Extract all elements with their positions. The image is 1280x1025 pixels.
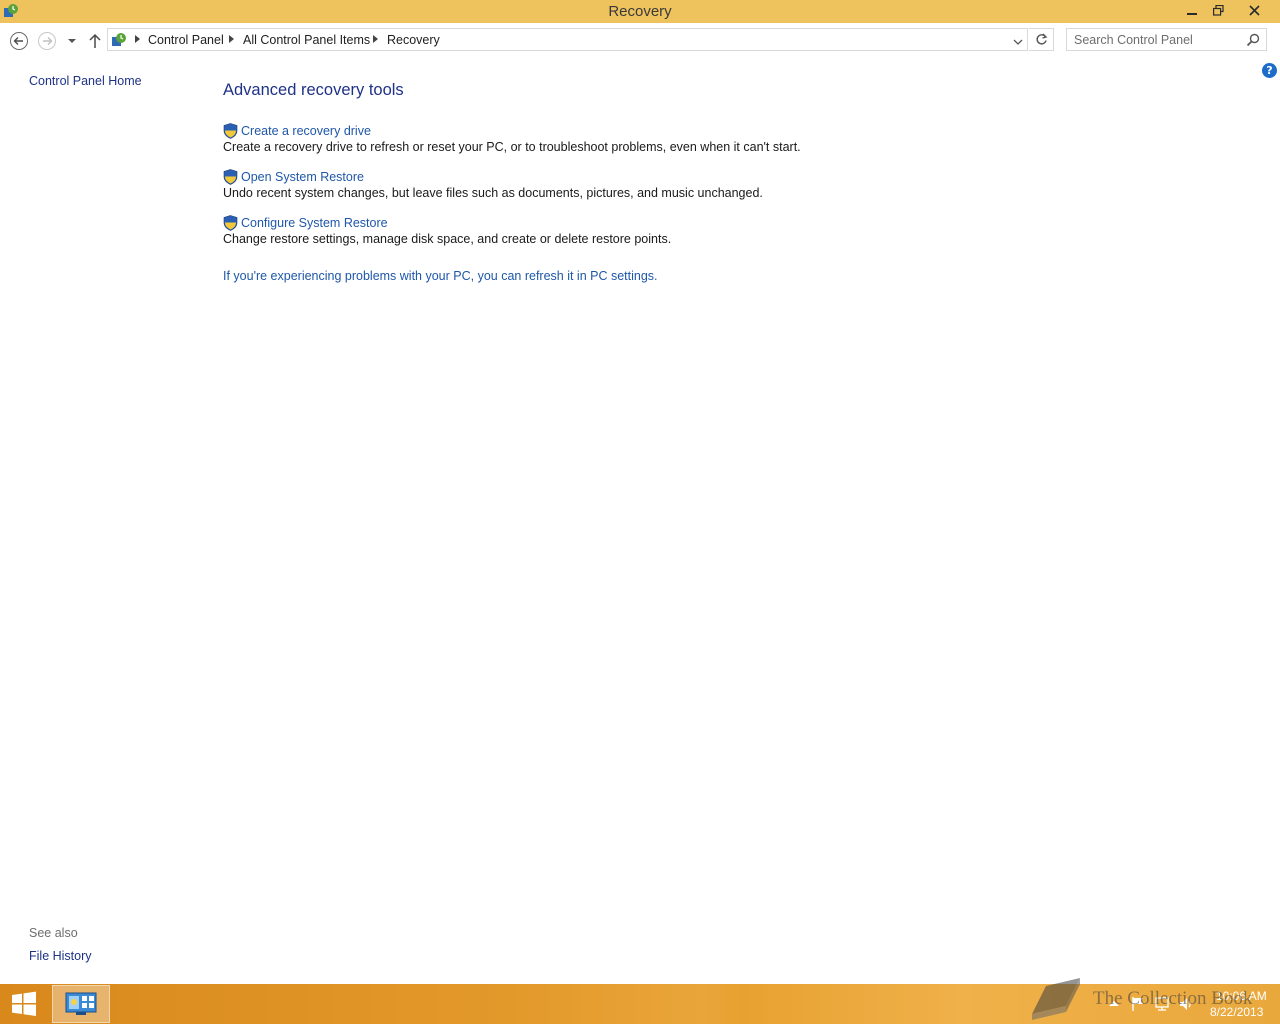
up-button[interactable] <box>85 31 105 51</box>
configure-system-restore-link[interactable]: Configure System Restore <box>241 216 388 230</box>
chevron-down-icon <box>1013 39 1023 45</box>
start-button[interactable] <box>8 990 40 1018</box>
refresh-button[interactable] <box>1029 28 1054 51</box>
close-icon <box>1249 5 1260 16</box>
control-panel-icon <box>112 33 126 46</box>
task-description: Change restore settings, manage disk spa… <box>223 232 672 246</box>
navigation-bar: Control Panel All Control Panel Items Re… <box>0 23 1280 59</box>
breadcrumb-chevron-icon[interactable] <box>133 34 141 44</box>
open-system-restore-link[interactable]: Open System Restore <box>241 170 364 184</box>
address-dropdown-button[interactable] <box>1013 35 1023 49</box>
uac-shield-icon <box>223 169 238 185</box>
up-arrow-icon <box>89 33 101 48</box>
address-bar[interactable]: Control Panel All Control Panel Items Re… <box>107 28 1028 51</box>
refresh-icon <box>1035 33 1047 45</box>
search-input[interactable] <box>1067 29 1242 50</box>
minimize-button[interactable] <box>1179 0 1205 21</box>
control-panel-home-link[interactable]: Control Panel Home <box>29 74 142 88</box>
back-button[interactable] <box>9 31 29 51</box>
windows-logo-icon <box>12 991 36 1016</box>
search-box[interactable] <box>1066 28 1267 51</box>
refresh-pc-settings-link[interactable]: If you're experiencing problems with you… <box>223 269 658 283</box>
uac-shield-icon <box>223 215 238 231</box>
taskbar-control-panel-button[interactable] <box>52 985 110 1023</box>
file-history-link[interactable]: File History <box>29 949 92 963</box>
back-arrow-icon <box>10 32 28 50</box>
recent-locations-button[interactable] <box>64 31 80 51</box>
minimize-icon <box>1187 12 1197 15</box>
see-also-heading: See also <box>29 926 78 940</box>
page-title: Advanced recovery tools <box>223 81 404 99</box>
breadcrumb-control-panel[interactable]: Control Panel <box>148 33 224 47</box>
breadcrumb-chevron-icon[interactable] <box>227 34 235 44</box>
task-description: Undo recent system changes, but leave fi… <box>223 186 763 200</box>
create-recovery-drive-link[interactable]: Create a recovery drive <box>241 124 371 138</box>
close-button[interactable] <box>1231 0 1278 21</box>
control-panel-taskbar-icon <box>65 992 97 1015</box>
breadcrumb-recovery[interactable]: Recovery <box>387 33 440 47</box>
left-pane: Control Panel Home See also File History <box>0 59 200 984</box>
window-title: Recovery <box>608 3 672 20</box>
search-icon[interactable] <box>1246 33 1260 47</box>
help-icon: ? <box>1266 64 1273 77</box>
control-panel-window: Recovery Control Panel All Control Panel… <box>0 0 1280 984</box>
chevron-down-icon <box>68 39 76 43</box>
breadcrumb-all-items[interactable]: All Control Panel Items <box>243 33 370 47</box>
task-description: Create a recovery drive to refresh or re… <box>223 140 801 154</box>
forward-arrow-icon <box>38 32 56 50</box>
watermark-text: The Collection Book <box>1093 988 1253 1009</box>
restore-button[interactable] <box>1205 0 1231 21</box>
book-logo-icon <box>1032 978 1080 1020</box>
uac-shield-icon <box>223 123 238 139</box>
breadcrumb-chevron-icon[interactable] <box>371 34 379 44</box>
restore-icon <box>1212 5 1224 16</box>
title-bar[interactable]: Recovery <box>0 0 1280 23</box>
forward-button[interactable] <box>37 31 57 51</box>
help-button[interactable]: ? <box>1262 63 1277 78</box>
watermark: The Collection Book <box>1028 976 1268 1022</box>
